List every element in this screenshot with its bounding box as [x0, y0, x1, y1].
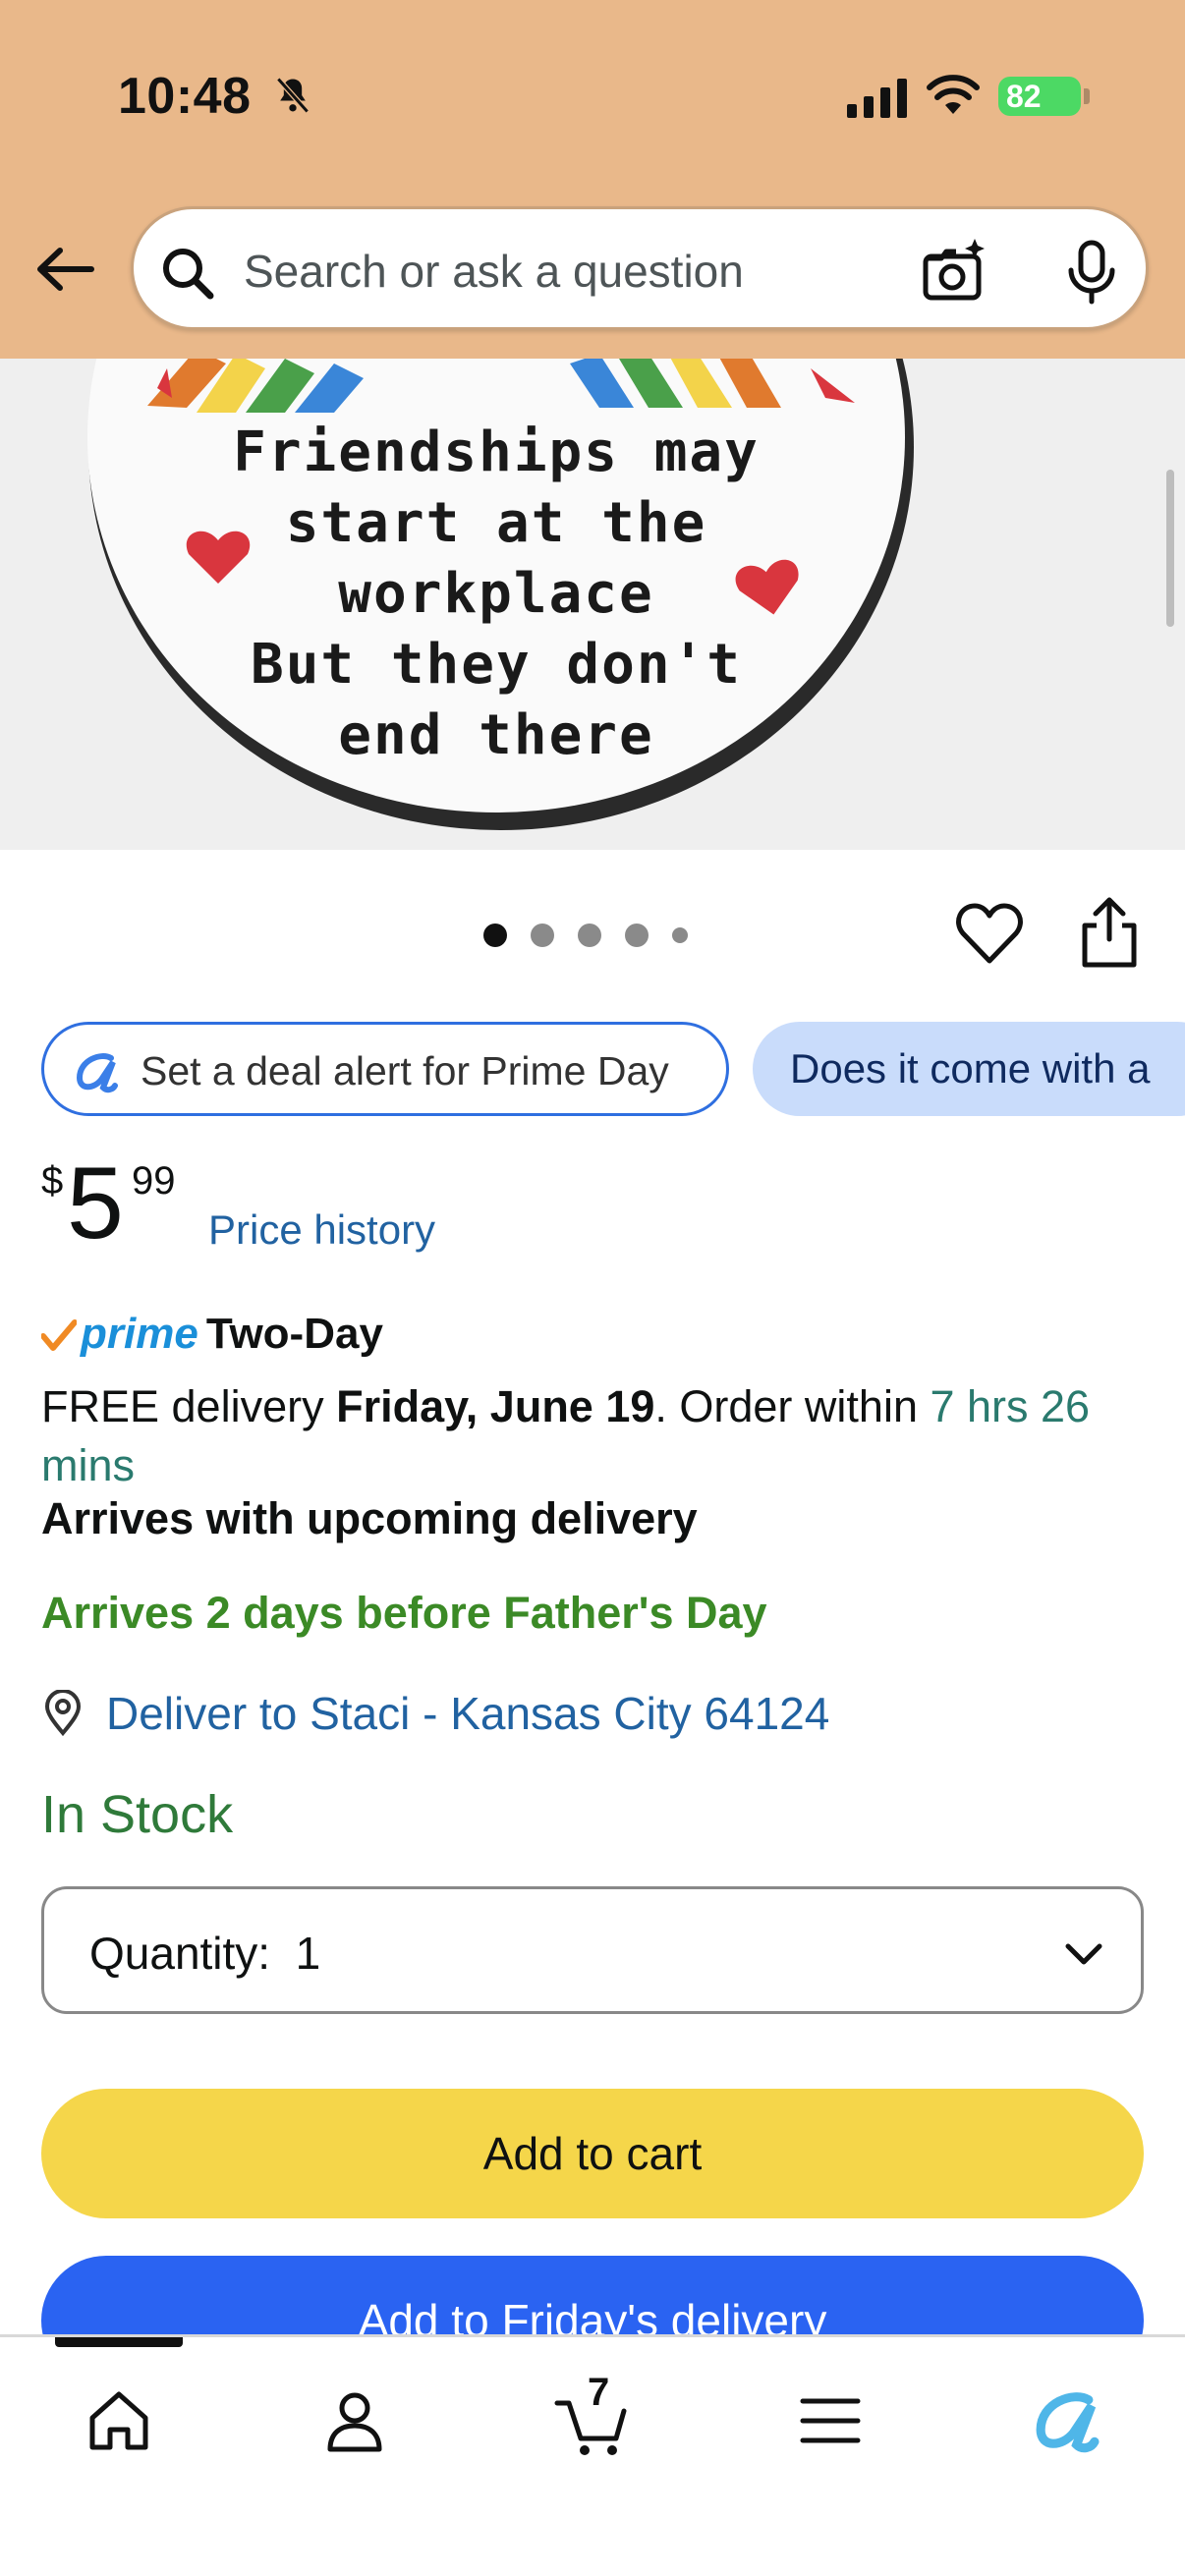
- search-input[interactable]: Search or ask a question: [244, 245, 744, 298]
- status-bar: 10:48 82: [0, 0, 1185, 187]
- delivery-info: FREE delivery Friday, June 19. Order wit…: [41, 1377, 1152, 1495]
- camera-search-icon[interactable]: [920, 237, 988, 306]
- chevron-down-icon: [1065, 1943, 1102, 1965]
- question-chip[interactable]: Does it come with a: [753, 1022, 1185, 1116]
- rufus-icon: [1036, 2392, 1100, 2453]
- delivery-date: Friday, June 19: [336, 1381, 655, 1431]
- free-delivery-text: FREE delivery: [41, 1381, 337, 1431]
- price-fraction: 99: [132, 1159, 176, 1203]
- product-image-text: Friendships may start at the workplace B…: [0, 359, 1185, 850]
- carousel-dot-active[interactable]: [483, 924, 507, 947]
- prime-check-icon: [41, 1319, 77, 1351]
- status-time: 10:48: [118, 68, 252, 125]
- price-history-link[interactable]: Price history: [208, 1206, 435, 1254]
- quantity-select[interactable]: Quantity: 1: [41, 1886, 1144, 2014]
- nav-cart[interactable]: 7: [548, 2371, 637, 2465]
- location-pin-icon: [44, 1690, 82, 1737]
- bottom-navigation: 7: [0, 2334, 1185, 2576]
- person-icon: [327, 2392, 382, 2452]
- bell-muted-icon: [276, 77, 310, 114]
- wifi-icon: [927, 75, 980, 114]
- stock-status: In Stock: [41, 1785, 234, 1844]
- two-day-label: Two-Day: [205, 1310, 383, 1358]
- question-chip-label: Does it come with a: [790, 1045, 1151, 1092]
- product-image[interactable]: Friendships may start at the workplace B…: [0, 359, 1185, 850]
- fathers-day-message: Arrives 2 days before Father's Day: [41, 1588, 767, 1638]
- cellular-signal-icon: [847, 79, 907, 118]
- carousel-dot[interactable]: [531, 924, 554, 947]
- search-bar[interactable]: Search or ask a question: [131, 206, 1149, 330]
- nav-account[interactable]: [310, 2377, 399, 2465]
- quantity-value: 1: [295, 1928, 321, 1979]
- deal-alert-chip[interactable]: Set a deal alert for Prime Day: [41, 1022, 729, 1116]
- product-text-line: workplace: [338, 562, 654, 626]
- arrow-left-icon: [37, 248, 94, 291]
- carousel-dot[interactable]: [625, 924, 649, 947]
- header: 10:48 82 Search or ask a question: [0, 0, 1185, 359]
- quantity-label: Quantity: 1: [89, 1928, 321, 1979]
- nav-menu[interactable]: [786, 2377, 875, 2465]
- home-icon: [89, 2391, 148, 2450]
- cart-count: 7: [588, 2371, 610, 2414]
- microphone-icon[interactable]: [1057, 237, 1126, 306]
- back-button[interactable]: [29, 234, 100, 305]
- heart-icon[interactable]: [955, 902, 1024, 967]
- prime-label: prime: [81, 1310, 198, 1358]
- rufus-icon: [76, 1053, 118, 1093]
- battery-indicator: 82: [998, 77, 1090, 116]
- active-tab-indicator: [55, 2337, 183, 2347]
- hamburger-menu-icon: [800, 2398, 861, 2443]
- arrives-upcoming-delivery: Arrives with upcoming delivery: [41, 1493, 698, 1543]
- scrollbar[interactable]: [1166, 470, 1174, 627]
- share-icon[interactable]: [1079, 896, 1140, 969]
- deliver-to-label: Deliver to Staci - Kansas City 64124: [106, 1688, 830, 1739]
- price-currency: $: [41, 1159, 64, 1203]
- order-within-text: . Order within: [654, 1381, 931, 1431]
- nav-home[interactable]: [75, 2377, 163, 2465]
- image-carousel-dots[interactable]: [483, 924, 688, 947]
- nav-rufus[interactable]: [1022, 2377, 1110, 2465]
- carousel-dot[interactable]: [672, 927, 688, 943]
- search-icon: [163, 249, 214, 300]
- product-text-line: But they don't: [250, 633, 742, 697]
- price-whole: 5: [67, 1147, 124, 1260]
- battery-level: 82: [1006, 79, 1042, 114]
- add-to-cart-button[interactable]: Add to cart: [41, 2089, 1144, 2218]
- product-text-line: end there: [338, 703, 654, 767]
- deliver-to-link[interactable]: Deliver to Staci - Kansas City 64124: [41, 1686, 829, 1741]
- carousel-dot[interactable]: [578, 924, 601, 947]
- product-text-line: start at the: [285, 491, 707, 555]
- battery-tip: [1084, 88, 1090, 104]
- product-text-line: Friendships may: [233, 420, 760, 484]
- prime-badge: prime Two-Day: [41, 1307, 383, 1362]
- deal-alert-label: Set a deal alert for Prime Day: [141, 1048, 669, 1093]
